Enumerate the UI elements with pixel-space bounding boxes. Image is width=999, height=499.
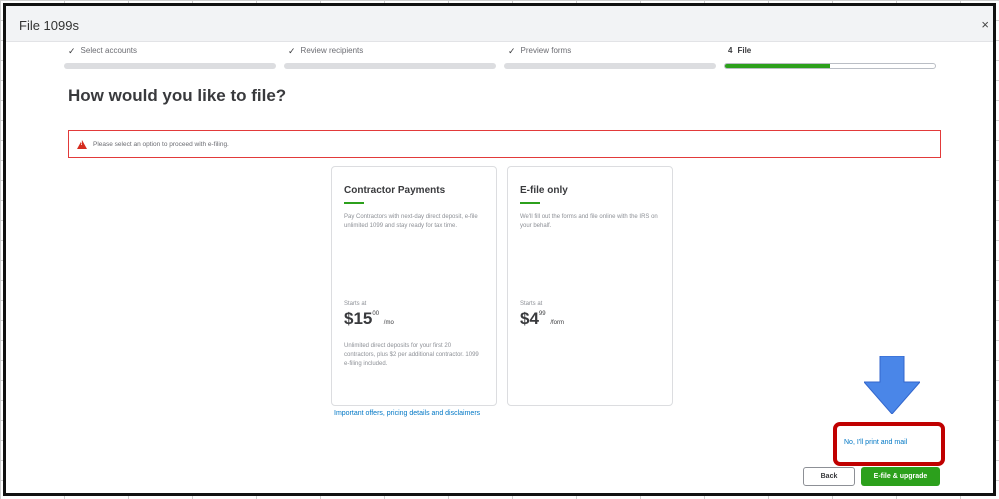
starts-at-label: Starts at: [520, 301, 543, 307]
warning-icon: [77, 139, 87, 149]
efile-upgrade-button[interactable]: E-file & upgrade: [861, 467, 940, 486]
checkmark-icon: ✓: [288, 46, 296, 56]
step-preview-forms: ✓ Preview forms: [504, 44, 716, 69]
step-progress-bar: [724, 63, 936, 69]
file-1099s-dialog: File 1099s × ✓ Select accounts ✓ Review …: [3, 3, 996, 496]
print-and-mail-link[interactable]: No, I'll print and mail: [844, 439, 907, 446]
step-select-accounts: ✓ Select accounts: [64, 44, 276, 69]
checkmark-icon: ✓: [508, 46, 516, 56]
price-unit: /mo: [383, 320, 394, 326]
alert-message: Please select an option to proceed with …: [93, 140, 229, 148]
step-label: Preview forms: [520, 46, 572, 55]
step-progress-bar: [284, 63, 496, 69]
arrow-down-icon: [864, 356, 920, 414]
close-icon[interactable]: ×: [981, 17, 989, 32]
step-progress-bar: [64, 63, 276, 69]
offers-disclaimer-link[interactable]: Important offers, pricing details and di…: [334, 410, 480, 417]
step-review-recipients: ✓ Review recipients: [284, 44, 496, 69]
checkmark-icon: ✓: [68, 46, 76, 56]
price: $499 /form: [520, 309, 564, 329]
step-file: 4 File: [724, 44, 936, 69]
card-description: We'll fill out the forms and file online…: [520, 214, 658, 229]
card-description: Pay Contractors with next-day direct dep…: [344, 214, 478, 229]
card-footnote: Unlimited direct deposits for your first…: [344, 343, 479, 367]
step-number: 4: [728, 46, 733, 55]
dialog-title-bar: File 1099s ×: [6, 6, 993, 42]
price-main: $4: [520, 309, 539, 328]
error-alert: Please select an option to proceed with …: [68, 130, 941, 158]
progress-stepper: ✓ Select accounts ✓ Review recipients ✓ …: [64, 44, 940, 74]
card-accent-line: [344, 202, 364, 204]
card-title: E-file only: [520, 185, 568, 196]
price-unit: /form: [550, 320, 565, 326]
page-title: How would you like to file?: [68, 86, 287, 105]
option-card-efile-only[interactable]: E-file only We'll fill out the forms and…: [507, 166, 673, 406]
step-progress-bar: [504, 63, 716, 69]
step-progress-fill: [725, 64, 830, 68]
footer-divider: [6, 493, 993, 494]
step-label: Select accounts: [80, 46, 138, 55]
price-cents: 99: [538, 311, 546, 317]
back-button[interactable]: Back: [803, 467, 855, 486]
step-label: Review recipients: [300, 46, 364, 55]
card-title: Contractor Payments: [344, 185, 446, 196]
price: $1500 /mo: [344, 309, 394, 329]
dialog-title: File 1099s: [19, 18, 79, 33]
option-card-contractor-payments[interactable]: Contractor Payments Pay Contractors with…: [331, 166, 497, 406]
price-cents: 00: [372, 311, 380, 317]
step-label: File: [737, 46, 752, 55]
price-main: $15: [344, 309, 373, 328]
starts-at-label: Starts at: [344, 301, 367, 307]
card-accent-line: [520, 202, 540, 204]
